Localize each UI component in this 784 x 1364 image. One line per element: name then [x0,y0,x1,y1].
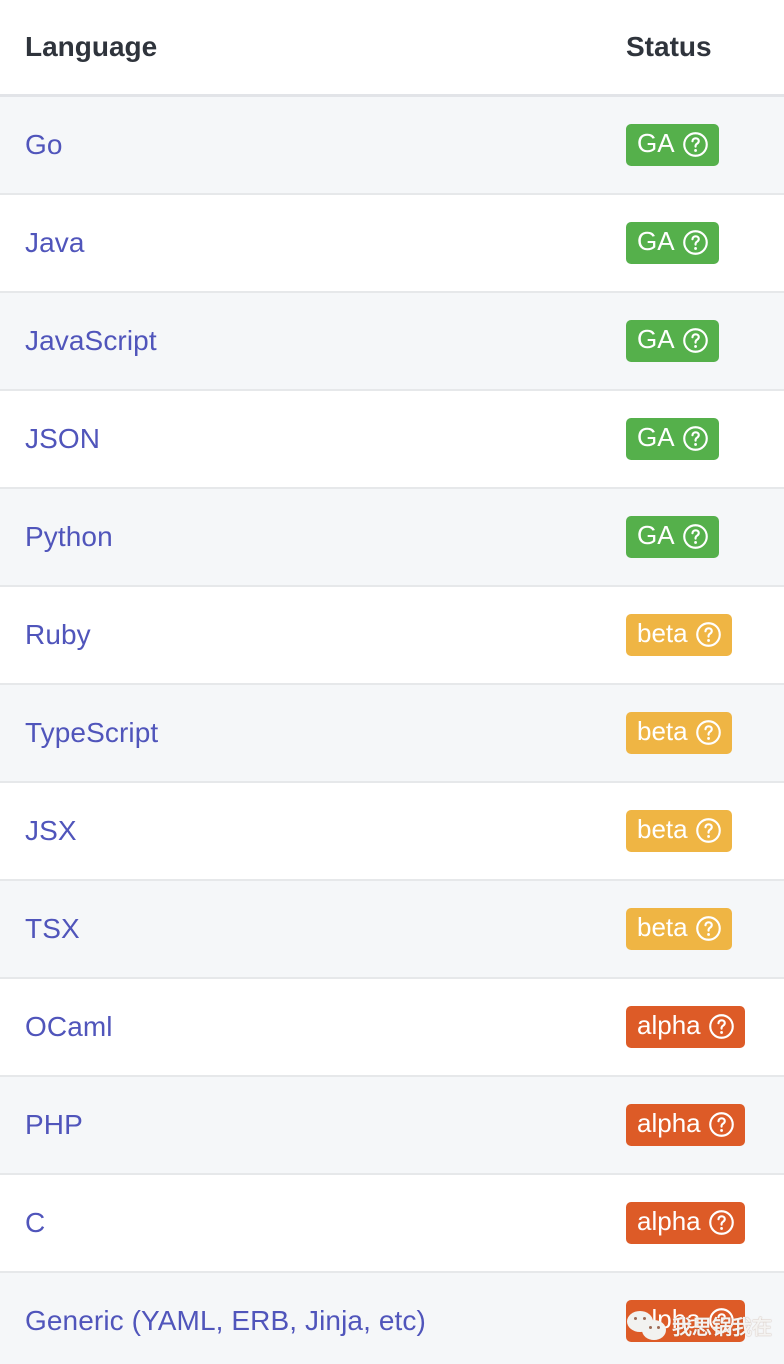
cell-language: Ruby [0,585,619,685]
help-circle-icon[interactable] [708,1111,735,1138]
help-circle-icon[interactable] [695,719,722,746]
cell-language: JavaScript [0,291,619,391]
status-badge-label: GA [637,520,675,550]
cell-language: Python [0,487,619,587]
help-circle-icon[interactable] [682,327,709,354]
status-badge-label: beta [637,814,688,844]
column-header-status: Status [619,0,784,97]
status-badge-label: GA [637,128,675,159]
status-badge-label: alpha [637,1206,701,1236]
table-row: TSX beta [0,879,784,979]
language-link[interactable]: Go [25,129,63,160]
language-status-table-page: Language Status Go GA Java GA JavaScript GA JS… [0,0,784,1364]
cell-status: GA [619,95,784,195]
table-row: Calpha [0,1173,784,1273]
help-circle-icon[interactable] [708,1209,735,1236]
table-header-row: Language Status [0,0,784,97]
cell-status: alpha [619,1271,784,1364]
status-badge-label: GA [637,324,675,354]
status-badge[interactable]: GA [626,221,719,264]
cell-status: beta [619,683,784,783]
language-support-table: Language Status Go GA Java GA JavaScript GA JS… [0,0,784,1364]
cell-status: GA [619,291,784,391]
help-circle-icon[interactable] [695,915,722,942]
table-body: Go GA Java GA JavaScript GA JSON GA Python GA Ruby… [0,95,784,1364]
status-badge[interactable]: beta [626,711,732,754]
help-circle-icon[interactable] [708,1013,735,1040]
cell-language: TypeScript [0,683,619,783]
status-badge-label: alpha [637,1108,701,1138]
cell-language: JSON [0,389,619,489]
status-badge[interactable]: GA [626,417,719,460]
language-link[interactable]: Python [25,521,113,552]
help-circle-icon[interactable] [682,131,709,158]
language-link[interactable]: PHP [25,1109,83,1140]
status-badge[interactable]: GA [626,319,719,362]
cell-status: beta [619,585,784,685]
column-header-language: Language [0,0,619,97]
language-link[interactable]: JSX [25,815,77,846]
language-link[interactable]: OCaml [25,1011,113,1042]
table-row: Java GA [0,193,784,293]
status-badge-label: GA [637,422,675,452]
status-badge-label: alpha [637,1304,701,1334]
cell-status: GA [619,389,784,489]
cell-status: alpha [619,1173,784,1273]
status-badge[interactable]: alpha [626,1103,745,1146]
language-link[interactable]: TSX [25,913,80,944]
language-link[interactable]: Ruby [25,619,91,650]
status-badge[interactable]: alpha [626,1299,745,1342]
language-link[interactable]: JSON [25,423,100,454]
status-badge[interactable]: GA [626,515,719,558]
cell-language: TSX [0,879,619,979]
cell-status: GA [619,193,784,293]
status-badge[interactable]: beta [626,907,732,950]
status-badge-label: alpha [637,1010,701,1040]
cell-language: JSX [0,781,619,881]
cell-language: C [0,1173,619,1273]
cell-status: beta [619,879,784,979]
language-link[interactable]: Java [25,227,85,258]
help-circle-icon[interactable] [695,621,722,648]
status-badge[interactable]: beta [626,613,732,656]
help-circle-icon[interactable] [682,523,709,550]
table-row: PHP alpha [0,1075,784,1175]
cell-language: Generic (YAML, ERB, Jinja, etc) [0,1271,619,1364]
status-badge-label: beta [637,716,688,746]
table-row: JavaScript GA [0,291,784,391]
table-row: JSON GA [0,389,784,489]
cell-status: GA [619,487,784,587]
status-badge-label: beta [637,912,688,942]
table-row: OCaml alpha [0,977,784,1077]
status-badge[interactable]: beta [626,809,732,852]
table-row: Ruby beta [0,585,784,685]
table-row: JSX beta [0,781,784,881]
help-circle-icon[interactable] [695,817,722,844]
cell-status: alpha [619,977,784,1077]
table-row: Go GA [0,95,784,195]
help-circle-icon[interactable] [708,1307,735,1334]
cell-language: OCaml [0,977,619,1077]
status-badge-label: GA [637,226,675,256]
cell-status: beta [619,781,784,881]
language-link[interactable]: C [25,1207,45,1238]
language-link[interactable]: JavaScript [25,325,157,356]
status-badge-label: beta [637,618,688,648]
language-link[interactable]: TypeScript [25,717,158,748]
table-row: Generic (YAML, ERB, Jinja, etc) alpha [0,1271,784,1364]
cell-language: Java [0,193,619,293]
help-circle-icon[interactable] [682,229,709,256]
status-badge[interactable]: GA [626,123,719,166]
language-link[interactable]: Generic (YAML, ERB, Jinja, etc) [25,1305,426,1336]
table-row: Python GA [0,487,784,587]
cell-language: PHP [0,1075,619,1175]
status-badge[interactable]: alpha [626,1201,745,1244]
status-badge[interactable]: alpha [626,1005,745,1048]
cell-status: alpha [619,1075,784,1175]
table-header: Language Status [0,0,784,97]
table-row: TypeScript beta [0,683,784,783]
cell-language: Go [0,95,619,195]
help-circle-icon[interactable] [682,425,709,452]
